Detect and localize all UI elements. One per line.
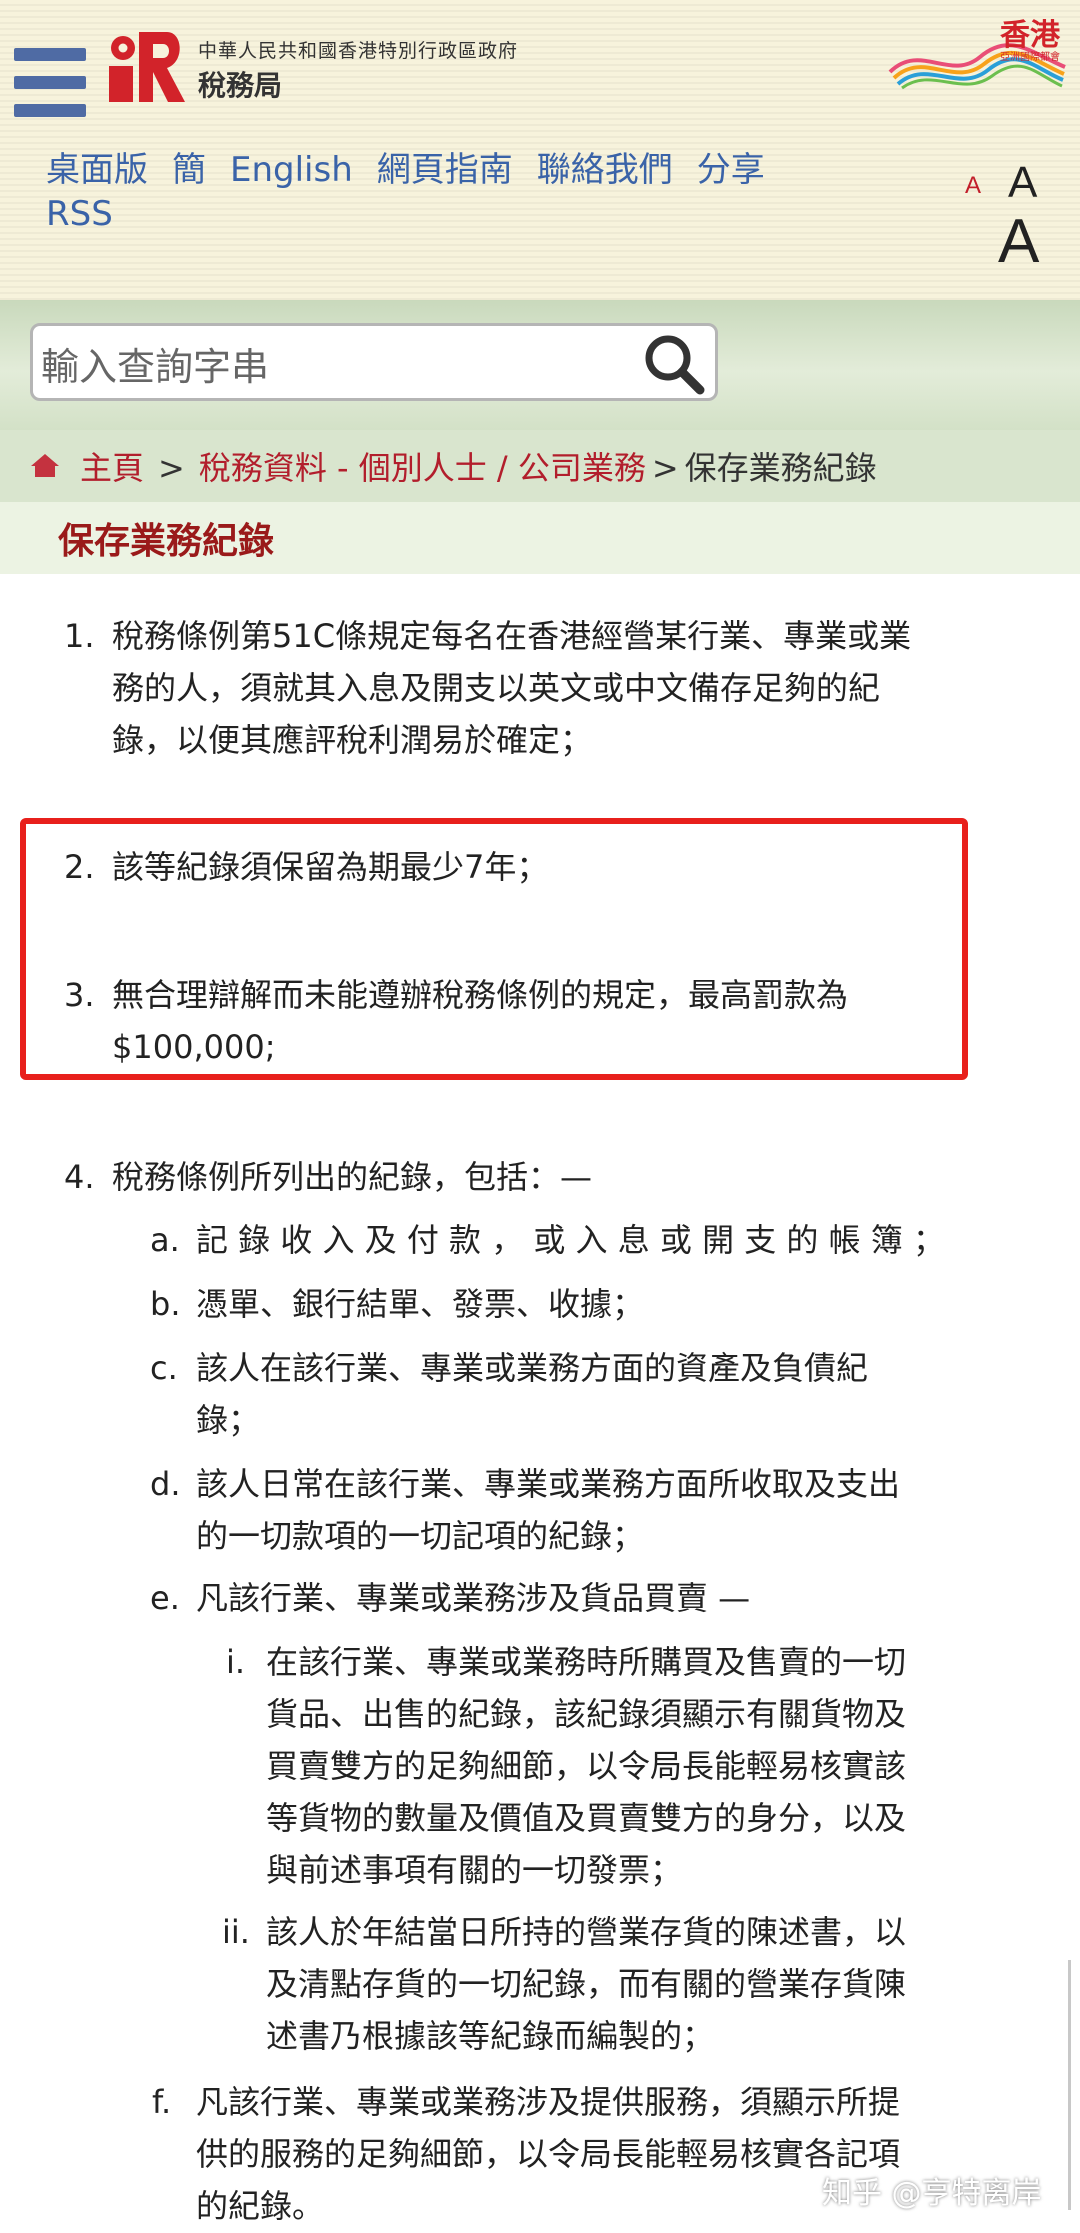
nav-desktop-link[interactable]: 桌面版	[46, 150, 148, 190]
sub-item-text: 凡該行業、專業或業務涉及貨品買賣 —	[196, 1572, 750, 1624]
breadcrumb-current: 保存業務紀錄	[684, 449, 877, 487]
list-item-text: 稅務條例第51C條規定每名在香港經營某行業、專業或業 務的人，須就其入息及開支以…	[112, 610, 911, 766]
list-number: 1.	[64, 617, 95, 655]
menu-bar-bottom	[14, 104, 86, 117]
breadcrumb-separator: >	[651, 449, 679, 487]
page-title: 保存業務紀錄	[58, 521, 275, 562]
hamburger-menu-icon[interactable]	[14, 48, 86, 120]
text-line: 供的服務的足夠細節，以令局長能輕易核實各記項	[196, 2135, 901, 2173]
search-input[interactable]: 輸入查詢字串	[30, 323, 718, 401]
font-size-medium-button[interactable]: A	[1008, 158, 1037, 208]
text-line: 述書乃根據該等紀錄而編製的；	[266, 2017, 715, 2055]
text-line: 的紀錄。	[196, 2187, 325, 2225]
breadcrumb-section-link[interactable]: 稅務資料 - 個別人士 / 公司業務	[199, 449, 646, 487]
text-line: 錄；	[196, 1401, 261, 1439]
watermark: 知乎 @亨特离岸	[822, 2176, 1042, 2211]
text-line: 務的人，須就其入息及開支以英文或中文備存足夠的紀	[112, 669, 881, 707]
text-line: 的一切款項的一切記項的紀錄；	[196, 1517, 645, 1555]
text-line: 買賣雙方的足夠細節，以令局長能輕易核實該	[266, 1747, 907, 1785]
text-line: 凡該行業、專業或業務涉及提供服務，須顯示所提	[196, 2083, 901, 2121]
text-line: 在該行業、專業或業務時所購買及售賣的一切	[266, 1643, 907, 1681]
department-name: 稅務局	[198, 69, 283, 102]
list-letter: c.	[150, 1349, 178, 1387]
text-line: 貨品、出售的紀錄，該紀錄須顯示有關貨物及	[266, 1695, 907, 1733]
text-line: 凡該行業、專業或業務涉及貨品買賣 —	[196, 1579, 751, 1617]
list-letter: e.	[150, 1579, 180, 1617]
scrollbar[interactable]	[1068, 1960, 1071, 2210]
font-size-small-button[interactable]: A	[965, 172, 981, 200]
text-line: 稅務條例所列出的紀錄，包括：—	[112, 1158, 593, 1196]
highlight-annotation-box	[20, 818, 968, 1080]
sub-item-text: 記 錄 收 入 及 付 款 ， 或 入 息 或 開 支 的 帳 簿 ；	[196, 1214, 945, 1266]
brand-tagline: 亞洲國際都會	[1000, 52, 1060, 63]
list-letter: b.	[150, 1285, 181, 1323]
nav-english-link[interactable]: English	[230, 150, 353, 190]
search-placeholder: 輸入查詢字串	[41, 345, 270, 389]
search-icon[interactable]	[640, 332, 708, 396]
text-line: 稅務條例第51C條規定每名在香港經營某行業、專業或業	[112, 617, 912, 655]
sub-item-text: 凡該行業、專業或業務涉及提供服務，須顯示所提 供的服務的足夠細節，以令局長能輕易…	[196, 2076, 900, 2232]
menu-bar-top	[14, 48, 86, 61]
sub-item-text: 該人在該行業、專業或業務方面的資產及負債紀 錄；	[196, 1342, 868, 1446]
list-item-text: 稅務條例所列出的紀錄，包括：—	[112, 1151, 592, 1203]
breadcrumb-home-link[interactable]: 主頁	[80, 449, 144, 487]
text-line: 錄，以便其應評稅利潤易於確定；	[112, 721, 593, 759]
nav-contact-link[interactable]: 聯絡我們	[537, 150, 673, 190]
nav-guide-link[interactable]: 網頁指南	[377, 150, 513, 190]
text-line: 等貨物的數量及價值及買賣雙方的身分，以及	[266, 1799, 907, 1837]
government-name: 中華人民共和國香港特別行政區政府	[198, 40, 519, 62]
home-icon[interactable]	[30, 452, 60, 478]
list-letter: d.	[150, 1465, 181, 1503]
nav-rss-link[interactable]: RSS	[46, 194, 113, 234]
nav-simplified-link[interactable]: 簡	[172, 150, 206, 190]
text-line: 與前述事項有關的一切發票；	[266, 1851, 683, 1889]
text-line: 記 錄 收 入 及 付 款 ， 或 入 息 或 開 支 的 帳 簿 ；	[196, 1221, 945, 1259]
top-navigation: 桌面版簡 English 網頁指南 聯絡我們 分享 RSS	[46, 148, 826, 236]
list-letter: a.	[150, 1221, 180, 1259]
breadcrumb: 主頁 > 稅務資料 - 個別人士 / 公司業務 > 保存業務紀錄	[80, 443, 877, 489]
font-size-large-button[interactable]: A	[998, 206, 1039, 277]
sub-item-text: 該人日常在該行業、專業或業務方面所收取及支出 的一切款項的一切記項的紀錄；	[196, 1458, 900, 1562]
text-line: 該人日常在該行業、專業或業務方面所收取及支出	[196, 1465, 901, 1503]
text-line: 及清點存貨的一切紀錄，而有關的營業存貨陳	[266, 1965, 907, 2003]
text-line: 憑單、銀行結單、發票、收據；	[196, 1285, 645, 1323]
ird-logo-icon[interactable]	[105, 28, 187, 104]
list-number: 4.	[64, 1158, 95, 1196]
text-line: 該人在該行業、專業或業務方面的資產及負債紀	[196, 1349, 869, 1387]
font-size-controls: A A A	[960, 150, 1070, 276]
breadcrumb-separator: >	[158, 449, 185, 487]
list-roman: ii.	[222, 1913, 250, 1951]
text-line: 該人於年結當日所持的營業存貨的陳述書，以	[266, 1913, 907, 1951]
list-roman: i.	[226, 1643, 246, 1681]
menu-bar-middle	[14, 76, 86, 89]
sub-sub-item-text: 該人於年結當日所持的營業存貨的陳述書，以 及清點存貨的一切紀錄，而有關的營業存貨…	[266, 1906, 906, 2062]
sub-sub-item-text: 在該行業、專業或業務時所購買及售賣的一切 貨品、出售的紀錄，該紀錄須顯示有關貨物…	[266, 1636, 906, 1896]
nav-share-link[interactable]: 分享	[697, 150, 765, 190]
sub-item-text: 憑單、銀行結單、發票、收據；	[196, 1278, 644, 1330]
list-letter: f.	[152, 2083, 172, 2121]
